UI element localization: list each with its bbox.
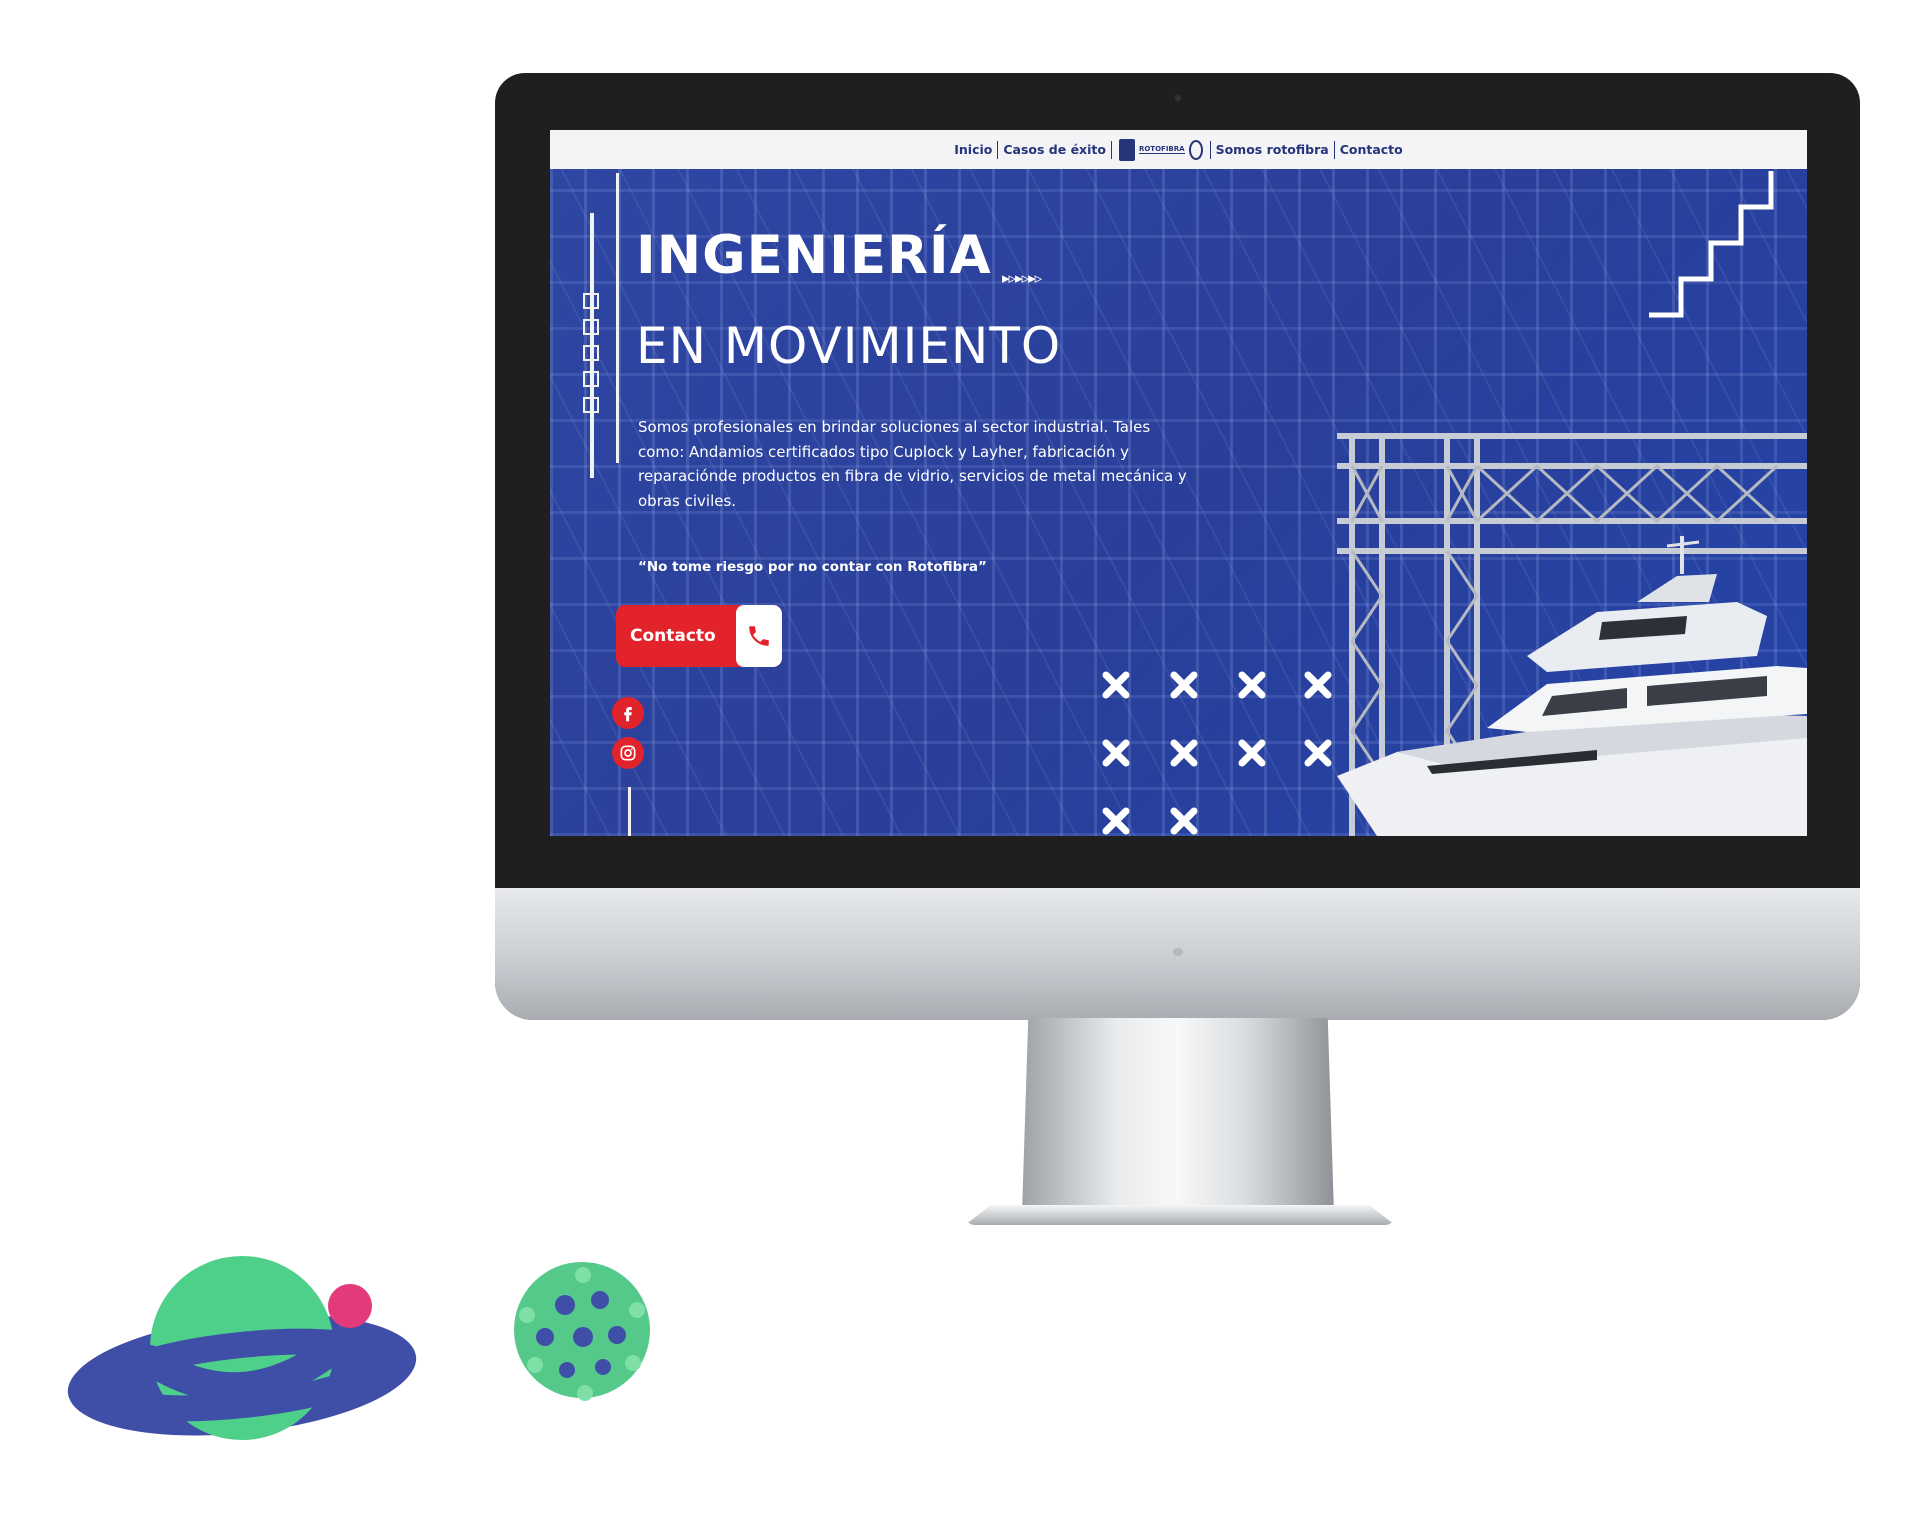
nav-inicio[interactable]: Inicio [949, 142, 997, 157]
hero-quote: “No tome riesgo por no contar con Rotofi… [638, 559, 987, 575]
phone-icon [736, 605, 782, 667]
monitor-stand-base [965, 1205, 1395, 1225]
x-pattern-decoration [1098, 667, 1358, 836]
spiky-ball-illustration [514, 1262, 650, 1401]
decor-square [583, 397, 599, 413]
brand-logo[interactable]: ROTOFIBRA [1112, 138, 1210, 161]
decor-square [583, 293, 599, 309]
webcam [1174, 95, 1181, 101]
scaffold-and-yacht-image [1337, 433, 1807, 836]
stairs-decoration [1649, 171, 1774, 318]
arrows-decoration: ▸▹▸▹▸▹ [1002, 269, 1042, 287]
hero-headline: INGENIERÍA [636, 225, 992, 286]
decor-vertical-line [628, 787, 631, 836]
logo-mark-icon [1118, 138, 1135, 161]
monitor-chin [495, 888, 1860, 1020]
nav-casos-de-exito[interactable]: Casos de éxito [998, 142, 1111, 157]
decor-square [583, 345, 599, 361]
facebook-icon[interactable] [612, 697, 644, 729]
hero-description: Somos profesionales en brindar solucione… [638, 418, 1187, 510]
decor-square [583, 371, 599, 387]
monitor-stand-neck [1022, 1018, 1334, 1214]
logo-hook-icon [1188, 139, 1203, 160]
contact-button-label: Contacto [630, 626, 716, 646]
instagram-icon[interactable] [612, 737, 644, 769]
nav-somos-rotofibra[interactable]: Somos rotofibra [1211, 142, 1334, 157]
decor-square [583, 319, 599, 335]
contact-button[interactable]: Contacto [616, 605, 782, 667]
nav-contacto[interactable]: Contacto [1335, 142, 1408, 157]
website-screen: Inicio Casos de éxito ROTOFIBRA Somos ro… [550, 130, 1807, 836]
hero-subheadline: EN MOVIMIENTO [636, 317, 1062, 375]
hero-section: INGENIERÍA ▸▹▸▹▸▹ EN MOVIMIENTO Somos pr… [550, 169, 1807, 836]
apple-logo-icon [1172, 948, 1183, 956]
planet-illustration [67, 1256, 417, 1440]
logo-wordmark: ROTOFIBRA [1138, 145, 1185, 154]
top-navigation: Inicio Casos de éxito ROTOFIBRA Somos ro… [550, 130, 1807, 169]
decor-vertical-line [616, 173, 619, 463]
